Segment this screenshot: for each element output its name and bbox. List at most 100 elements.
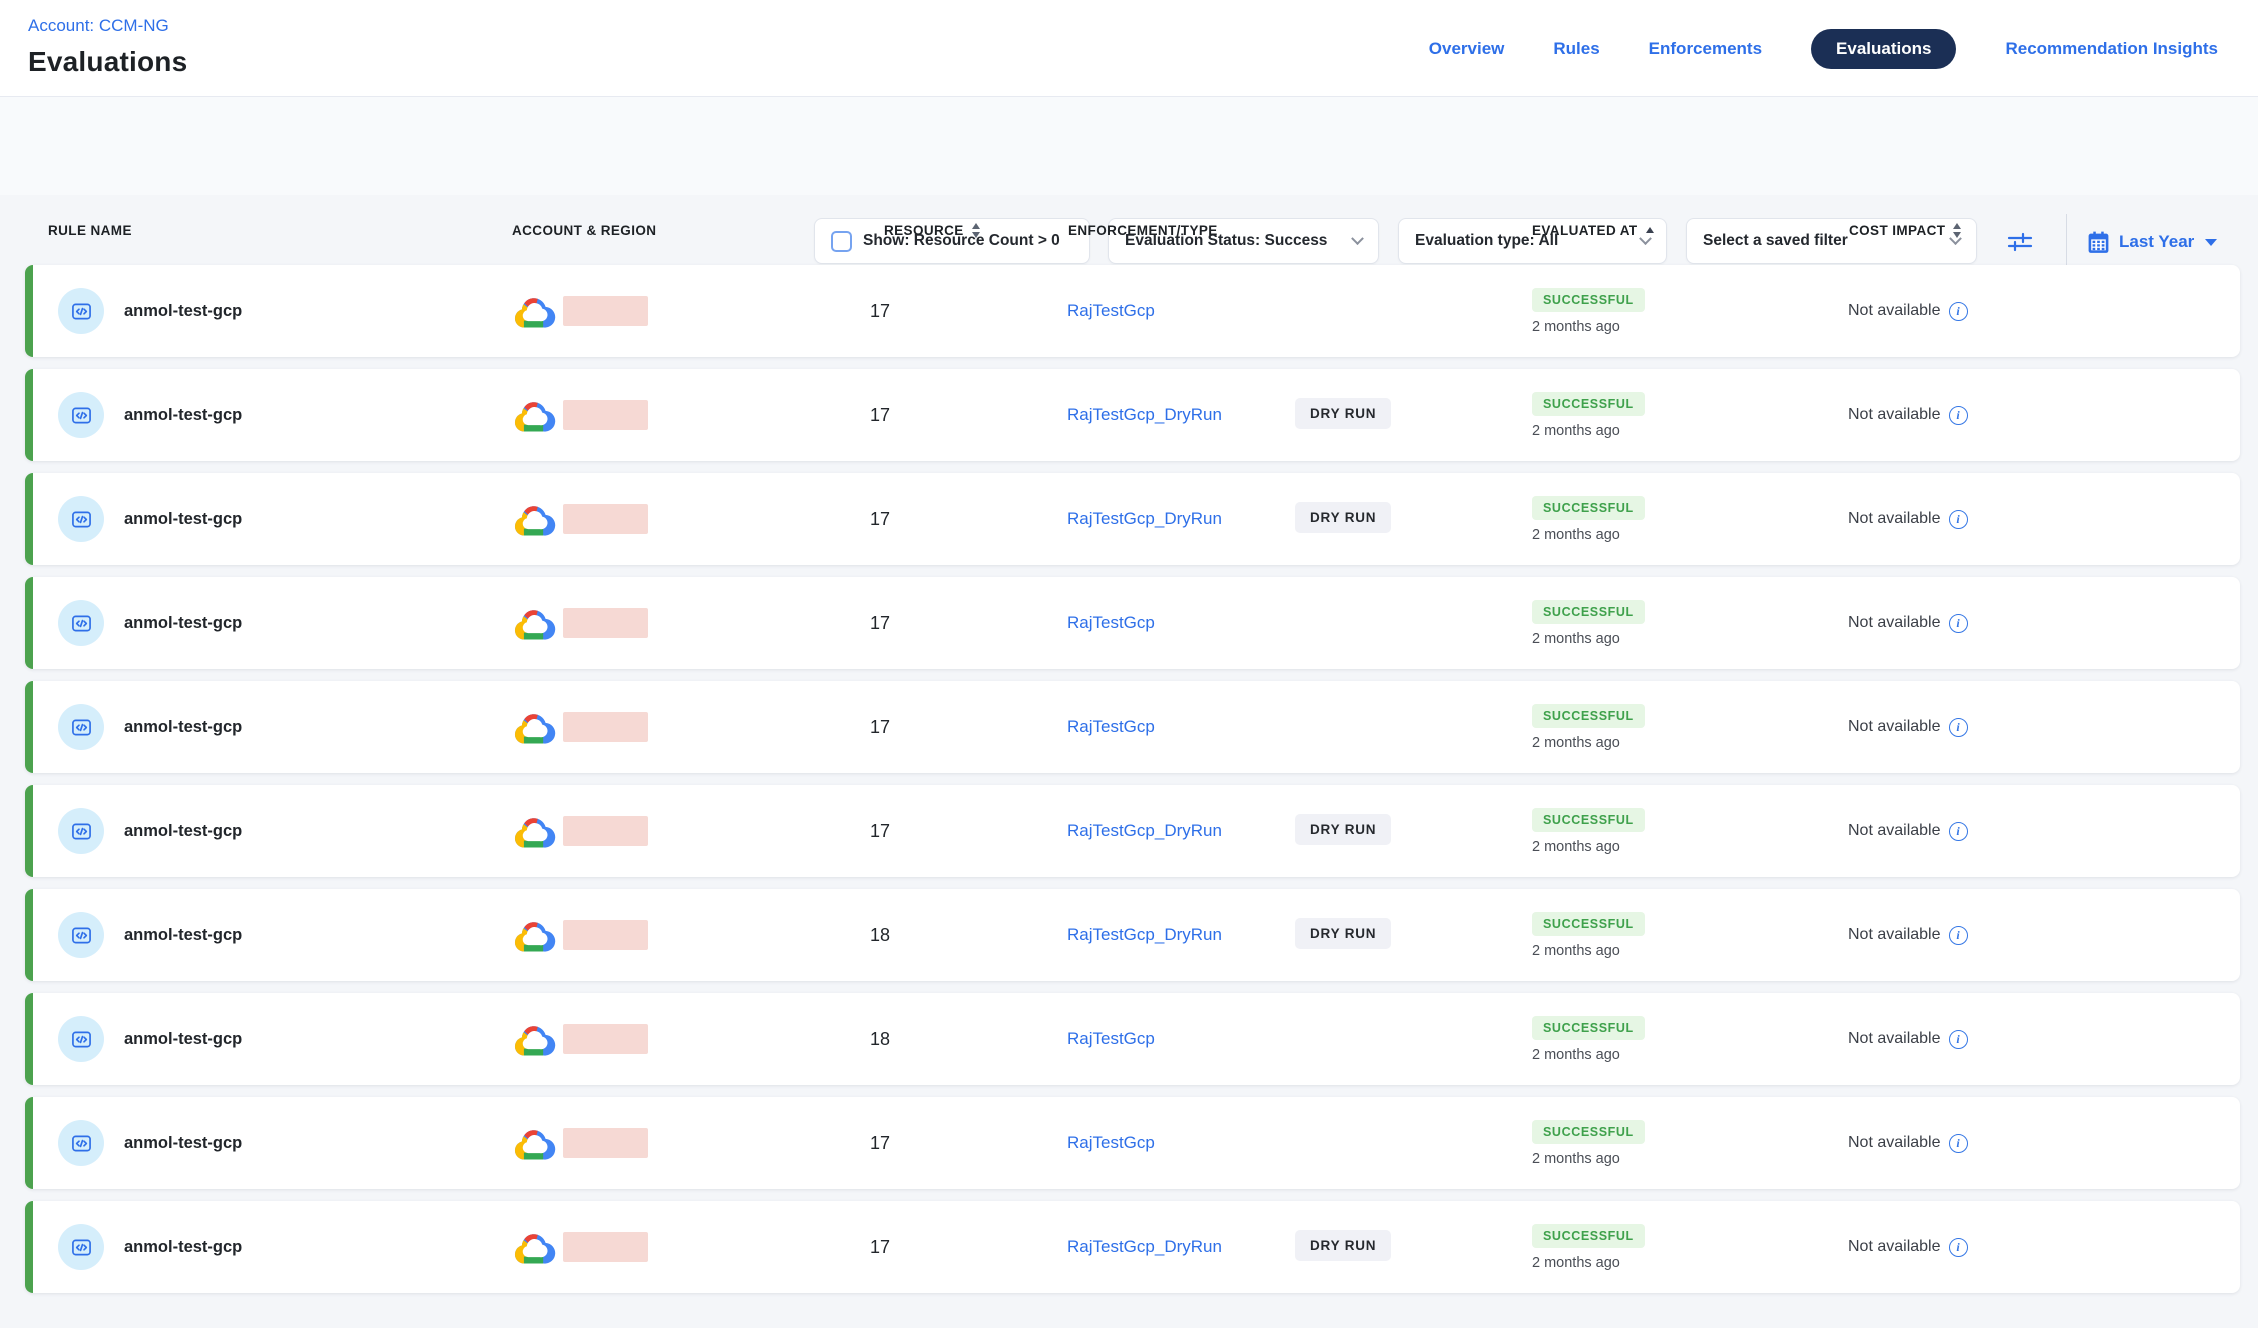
info-icon[interactable]: i <box>1949 614 1968 633</box>
rule-name: anmol-test-gcp <box>124 681 242 773</box>
filter-bar: Show: Resource Count > 0 Evaluation Stat… <box>0 97 2258 195</box>
info-icon[interactable]: i <box>1949 926 1968 945</box>
table-row[interactable]: anmol-test-gcp 18 RajTestGcp_DryRun DRY … <box>25 889 2240 981</box>
evaluated-time: 2 months ago <box>1532 943 1620 959</box>
enforcement-link[interactable]: RajTestGcp <box>1067 301 1155 321</box>
enforcement-link[interactable]: RajTestGcp <box>1067 613 1155 633</box>
column-header-resource[interactable]: RESOURCE <box>884 195 980 265</box>
rule-avatar <box>58 392 104 438</box>
cost-impact-value: Not available <box>1848 1238 1941 1256</box>
info-icon[interactable]: i <box>1949 302 1968 321</box>
status-badge: SUCCESSFUL <box>1532 1120 1645 1144</box>
nav-tab-rules[interactable]: Rules <box>1553 39 1599 59</box>
rule-code-icon <box>70 300 93 323</box>
enforcement-link[interactable]: RajTestGcp <box>1067 1029 1155 1049</box>
cloud-provider <box>512 785 556 877</box>
cost-impact-cell: Not available i <box>1848 785 1968 877</box>
rule-name: anmol-test-gcp <box>124 785 242 877</box>
evaluated-at-cell: SUCCESSFUL 2 months ago <box>1532 473 1645 565</box>
evaluations-table: anmol-test-gcp 17 RajTestGcp SUCCESSFUL … <box>0 265 2258 1293</box>
evaluated-at-cell: SUCCESSFUL 2 months ago <box>1532 265 1645 357</box>
sort-icon[interactable] <box>1646 227 1654 233</box>
cost-impact-cell: Not available i <box>1848 577 1968 669</box>
rule-code-icon <box>70 508 93 531</box>
cloud-provider <box>512 889 556 981</box>
cost-impact-value: Not available <box>1848 510 1941 528</box>
column-header-rule-name: RULE NAME <box>48 195 132 265</box>
table-row[interactable]: anmol-test-gcp 17 RajTestGcp SUCCESSFUL … <box>25 681 2240 773</box>
enforcement-link[interactable]: RajTestGcp_DryRun <box>1067 925 1222 945</box>
info-icon[interactable]: i <box>1949 1238 1968 1257</box>
account-region-redacted <box>563 816 648 846</box>
cost-impact-value: Not available <box>1848 1030 1941 1048</box>
column-header-enforcement-type: ENFORCEMENT/TYPE <box>1068 195 1218 265</box>
info-icon[interactable]: i <box>1949 718 1968 737</box>
gcp-cloud-icon <box>512 917 556 954</box>
resource-count: 17 <box>855 265 905 357</box>
evaluated-at-cell: SUCCESSFUL 2 months ago <box>1532 577 1645 669</box>
info-icon[interactable]: i <box>1949 1134 1968 1153</box>
account-region-redacted <box>563 1232 648 1262</box>
dry-run-badge: DRY RUN <box>1295 502 1391 533</box>
enforcement-link[interactable]: RajTestGcp <box>1067 1133 1155 1153</box>
info-icon[interactable]: i <box>1949 822 1968 841</box>
table-row[interactable]: anmol-test-gcp 17 RajTestGcp_DryRun DRY … <box>25 785 2240 877</box>
account-region-redacted <box>563 920 648 950</box>
nav-tab-overview[interactable]: Overview <box>1429 39 1505 59</box>
enforcement-link[interactable]: RajTestGcp <box>1067 717 1155 737</box>
rule-avatar <box>58 496 104 542</box>
table-row[interactable]: anmol-test-gcp 17 RajTestGcp_DryRun DRY … <box>25 369 2240 461</box>
top-navigation: Overview Rules Enforcements Evaluations Reco… <box>1429 0 2218 97</box>
enforcement-link[interactable]: RajTestGcp_DryRun <box>1067 821 1222 841</box>
evaluated-at-cell: SUCCESSFUL 2 months ago <box>1532 993 1645 1085</box>
account-breadcrumb-link[interactable]: Account: CCM-NG <box>28 16 169 36</box>
sort-icon[interactable] <box>1953 223 1961 238</box>
cost-impact-cell: Not available i <box>1848 1097 1968 1189</box>
rule-avatar <box>58 288 104 334</box>
evaluated-time: 2 months ago <box>1532 1255 1620 1271</box>
gcp-cloud-icon <box>512 1229 556 1266</box>
column-label: ENFORCEMENT/TYPE <box>1068 223 1218 238</box>
column-header-cost-impact[interactable]: COST IMPACT <box>1849 195 1961 265</box>
evaluated-at-cell: SUCCESSFUL 2 months ago <box>1532 369 1645 461</box>
nav-tab-recommendation-insights[interactable]: Recommendation Insights <box>2005 39 2218 59</box>
evaluated-at-cell: SUCCESSFUL 2 months ago <box>1532 1201 1645 1293</box>
table-row[interactable]: anmol-test-gcp 17 RajTestGcp_DryRun DRY … <box>25 473 2240 565</box>
nav-tab-evaluations[interactable]: Evaluations <box>1811 29 1956 69</box>
evaluated-time: 2 months ago <box>1532 735 1620 751</box>
table-row[interactable]: anmol-test-gcp 17 RajTestGcp SUCCESSFUL … <box>25 1097 2240 1189</box>
column-header-evaluated-at[interactable]: EVALUATED AT <box>1532 195 1654 265</box>
evaluated-time: 2 months ago <box>1532 1151 1620 1167</box>
enforcement-link[interactable]: RajTestGcp_DryRun <box>1067 1237 1222 1257</box>
table-row[interactable]: anmol-test-gcp 17 RajTestGcp SUCCESSFUL … <box>25 265 2240 357</box>
account-region-redacted <box>563 608 648 638</box>
table-row[interactable]: anmol-test-gcp 18 RajTestGcp SUCCESSFUL … <box>25 993 2240 1085</box>
sort-icon[interactable] <box>972 223 980 238</box>
column-label: RESOURCE <box>884 223 964 238</box>
table-row[interactable]: anmol-test-gcp 17 RajTestGcp_DryRun DRY … <box>25 1201 2240 1293</box>
status-badge: SUCCESSFUL <box>1532 288 1645 312</box>
status-badge: SUCCESSFUL <box>1532 808 1645 832</box>
info-icon[interactable]: i <box>1949 1030 1968 1049</box>
nav-tab-enforcements[interactable]: Enforcements <box>1649 39 1762 59</box>
evaluated-time: 2 months ago <box>1532 319 1620 335</box>
rule-code-icon <box>70 404 93 427</box>
rule-code-icon <box>70 1028 93 1051</box>
column-label: RULE NAME <box>48 223 132 238</box>
table-row[interactable]: anmol-test-gcp 17 RajTestGcp SUCCESSFUL … <box>25 577 2240 669</box>
cost-impact-cell: Not available i <box>1848 1201 1968 1293</box>
evaluated-at-cell: SUCCESSFUL 2 months ago <box>1532 1097 1645 1189</box>
resource-count: 17 <box>855 473 905 565</box>
info-icon[interactable]: i <box>1949 510 1968 529</box>
cost-impact-value: Not available <box>1848 302 1941 320</box>
rule-code-icon <box>70 612 93 635</box>
evaluated-at-cell: SUCCESSFUL 2 months ago <box>1532 785 1645 877</box>
enforcement-link[interactable]: RajTestGcp_DryRun <box>1067 405 1222 425</box>
gcp-cloud-icon <box>512 293 556 330</box>
column-header-account-region: ACCOUNT & REGION <box>512 195 656 265</box>
rule-avatar <box>58 1120 104 1166</box>
cost-impact-value: Not available <box>1848 926 1941 944</box>
enforcement-link[interactable]: RajTestGcp_DryRun <box>1067 509 1222 529</box>
info-icon[interactable]: i <box>1949 406 1968 425</box>
page-title: Evaluations <box>28 46 187 78</box>
